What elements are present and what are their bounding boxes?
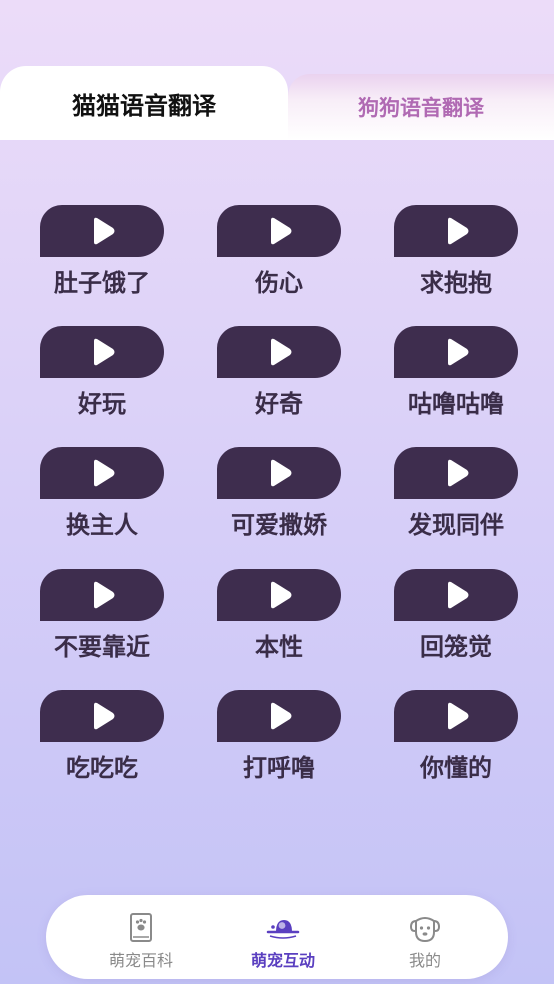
sound-item[interactable]: 换主人 <box>22 447 182 547</box>
sound-label: 吃吃吃 <box>66 754 138 782</box>
tab-cat-label: 猫猫语音翻译 <box>72 91 216 120</box>
sound-label: 打呼噜 <box>243 754 315 782</box>
play-button[interactable] <box>217 569 341 621</box>
tab-dog-voice-translate[interactable]: 狗狗语音翻译 <box>288 74 554 140</box>
play-button[interactable] <box>40 326 164 378</box>
sound-item[interactable]: 你懂的 <box>376 690 536 790</box>
play-button[interactable] <box>40 447 164 499</box>
play-button[interactable] <box>394 326 518 378</box>
play-button[interactable] <box>40 205 164 257</box>
sound-label: 好玩 <box>78 390 126 418</box>
play-icon <box>271 459 292 487</box>
play-icon <box>94 459 115 487</box>
sound-item[interactable]: 可爱撒娇 <box>199 447 359 547</box>
sound-item[interactable]: 求抱抱 <box>376 205 536 305</box>
translator-tabs: 猫猫语音翻译 狗狗语音翻译 <box>0 66 554 140</box>
sound-label: 换主人 <box>66 511 138 539</box>
sound-item[interactable]: 好奇 <box>199 326 359 426</box>
sound-item[interactable]: 回笼觉 <box>376 569 536 669</box>
play-button[interactable] <box>217 326 341 378</box>
nav-label-interaction: 萌宠互动 <box>250 951 315 970</box>
sound-label: 可爱撒娇 <box>231 511 327 539</box>
pet-interaction-icon <box>266 920 300 939</box>
nav-label-mine: 我的 <box>408 951 441 970</box>
sound-item[interactable]: 吃吃吃 <box>22 690 182 790</box>
dog-face-icon <box>409 917 441 943</box>
nav-label-encyclopedia: 萌宠百科 <box>108 951 173 970</box>
play-icon <box>448 338 469 366</box>
sound-label: 求抱抱 <box>420 269 492 297</box>
play-icon <box>448 217 469 245</box>
sound-label: 好奇 <box>255 390 303 418</box>
play-icon <box>271 581 292 609</box>
sound-item[interactable]: 伤心 <box>199 205 359 305</box>
sound-label: 伤心 <box>255 269 303 297</box>
sound-label: 回笼觉 <box>420 633 492 661</box>
sound-item[interactable]: 打呼噜 <box>199 690 359 790</box>
play-button[interactable] <box>40 690 164 742</box>
play-icon <box>94 581 115 609</box>
play-button[interactable] <box>217 205 341 257</box>
sound-label: 咕噜咕噜 <box>408 390 504 418</box>
play-button[interactable] <box>394 569 518 621</box>
play-icon <box>271 338 292 366</box>
tab-dog-label: 狗狗语音翻译 <box>358 96 484 120</box>
nav-item-interaction[interactable]: 萌宠互动 <box>223 895 343 979</box>
play-button[interactable] <box>40 569 164 621</box>
sound-item[interactable]: 不要靠近 <box>22 569 182 669</box>
sound-label: 肚子饿了 <box>54 269 150 297</box>
play-icon <box>448 581 469 609</box>
bottom-nav: 萌宠百科 萌宠互动 我的 <box>46 895 508 979</box>
play-icon <box>94 217 115 245</box>
sound-item[interactable]: 发现同伴 <box>376 447 536 547</box>
sound-label: 你懂的 <box>420 754 492 782</box>
play-icon <box>94 702 115 730</box>
sound-item[interactable]: 肚子饿了 <box>22 205 182 305</box>
sound-label: 发现同伴 <box>408 511 504 539</box>
pet-book-icon <box>130 913 152 942</box>
sound-item[interactable]: 本性 <box>199 569 359 669</box>
sound-item[interactable]: 咕噜咕噜 <box>376 326 536 426</box>
play-icon <box>448 459 469 487</box>
nav-item-encyclopedia[interactable]: 萌宠百科 <box>81 895 201 979</box>
play-button[interactable] <box>394 205 518 257</box>
tab-cat-voice-translate[interactable]: 猫猫语音翻译 <box>0 66 288 140</box>
play-button[interactable] <box>217 447 341 499</box>
play-button[interactable] <box>217 690 341 742</box>
play-button[interactable] <box>394 447 518 499</box>
sound-label: 不要靠近 <box>54 633 150 661</box>
sound-label: 本性 <box>255 633 303 661</box>
play-icon <box>271 702 292 730</box>
play-icon <box>448 702 469 730</box>
play-button[interactable] <box>394 690 518 742</box>
nav-item-mine[interactable]: 我的 <box>365 895 485 979</box>
sound-item[interactable]: 好玩 <box>22 326 182 426</box>
play-icon <box>271 217 292 245</box>
play-icon <box>94 338 115 366</box>
